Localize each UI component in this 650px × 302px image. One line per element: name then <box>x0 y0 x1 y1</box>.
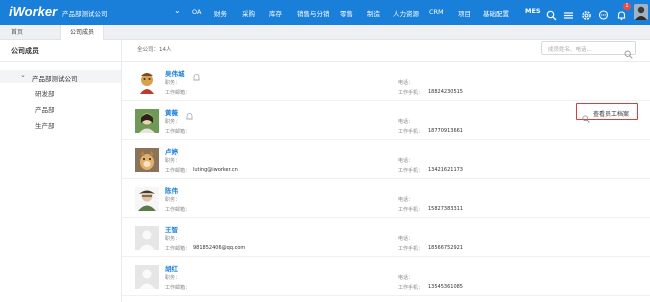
search-icon <box>582 108 590 123</box>
org-tree-root-label: 产品部测试公司 <box>32 75 78 83</box>
member-name[interactable]: 黄薇 <box>165 107 178 117</box>
nav-item-purchasing[interactable]: 采购 <box>242 8 255 18</box>
view-employee-archive-button[interactable]: 查看员工档案 <box>576 103 638 123</box>
member-avatar <box>135 148 159 172</box>
tab-home[interactable]: 首页 <box>0 25 34 40</box>
nav-item-oa[interactable]: OA <box>192 8 201 16</box>
top-navigation-bar: iWorker 产品部测试公司 ⌄ OA 财务 采购 库存 销售与分销 零售 制… <box>0 0 650 25</box>
org-tree-item-rnd[interactable]: 研发部 <box>35 88 55 98</box>
member-row[interactable]: 陈伟 职务： 电话： 工作邮箱： 工作手机： 15827383311 <box>122 179 650 218</box>
menu-icon[interactable] <box>563 6 574 19</box>
position-label: 职务： <box>165 275 181 281</box>
chevron-down-icon[interactable]: ⌄ <box>20 71 26 79</box>
member-row[interactable]: 王智 职务： 电话： 工作邮箱： 981852406@qq.com 工作手机： … <box>122 218 650 257</box>
work-mobile-label: 工作手机： <box>398 168 424 174</box>
work-mobile-label: 工作手机： <box>398 207 424 213</box>
work-email-value: luting@iworker.cn <box>193 167 238 173</box>
position-label: 职务： <box>165 80 181 86</box>
work-email-label: 工作邮箱： <box>165 207 191 213</box>
tab-company-members[interactable]: 公司成员 <box>60 25 104 40</box>
work-mobile-value: 18770913661 <box>428 128 463 134</box>
sidebar-divider <box>0 61 121 62</box>
bell-icon[interactable] <box>185 106 194 120</box>
member-row[interactable]: 胡红 职务： 电话： 工作邮箱： 工作手机： 13545361085 <box>122 257 650 296</box>
member-list-panel: 全公司：14人 成员姓名、电话... 吴伟城 职务： 电话： 工作邮箱： 工作手… <box>122 40 650 302</box>
work-mobile-value: 18824230515 <box>428 89 463 95</box>
page-tab-bar: 首页 公司成员 <box>0 25 650 40</box>
member-row[interactable]: 卢婷 职务： 电话： 工作邮箱： luting@iworker.cn 工作手机：… <box>122 140 650 179</box>
nav-item-retail[interactable]: 零售 <box>340 8 353 18</box>
member-name[interactable]: 王智 <box>165 224 178 234</box>
nav-item-base-config[interactable]: 基础配置 <box>483 8 509 18</box>
member-row[interactable]: 吴伟城 职务： 电话： 工作邮箱： 工作手机： 18824230515 <box>122 62 650 101</box>
nav-item-mes[interactable]: MES <box>525 7 541 15</box>
work-email-label: 工作邮箱： <box>165 246 191 252</box>
search-icon[interactable] <box>624 44 633 59</box>
org-tree-item-production[interactable]: 生产部 <box>35 120 55 130</box>
notification-badge: 1 <box>623 3 631 10</box>
view-employee-archive-label: 查看员工档案 <box>593 111 630 118</box>
work-mobile-label: 工作手机： <box>398 285 424 291</box>
work-mobile-label: 工作手机： <box>398 90 424 96</box>
work-mobile-label: 工作手机： <box>398 129 424 135</box>
nav-item-sales[interactable]: 销售与分销 <box>297 8 330 18</box>
member-avatar <box>135 265 159 289</box>
position-label: 职务： <box>165 236 181 242</box>
phone-label: 电话： <box>398 275 414 281</box>
nav-item-finance[interactable]: 财务 <box>214 8 227 18</box>
gear-icon[interactable] <box>581 6 592 20</box>
phone-label: 电话： <box>398 236 414 242</box>
search-icon[interactable] <box>546 6 557 21</box>
work-mobile-value: 13421621173 <box>428 167 463 173</box>
nav-item-inventory[interactable]: 库存 <box>269 8 282 18</box>
work-mobile-value: 18566752921 <box>428 245 463 251</box>
phone-label: 电话： <box>398 80 414 86</box>
member-name[interactable]: 胡红 <box>165 263 178 273</box>
position-label: 职务： <box>165 158 181 164</box>
position-label: 职务： <box>165 119 181 125</box>
user-avatar[interactable] <box>634 4 648 20</box>
phone-label: 电话： <box>398 158 414 164</box>
work-email-label: 工作邮箱： <box>165 129 191 135</box>
org-tree-item-product[interactable]: 产品部 <box>35 104 55 114</box>
work-email-label: 工作邮箱： <box>165 285 191 291</box>
nav-item-hr[interactable]: 人力资源 <box>393 8 419 18</box>
work-mobile-value: 13545361085 <box>428 284 463 290</box>
phone-label: 电话： <box>398 119 414 125</box>
company-name: 产品部测试公司 <box>62 10 108 18</box>
member-row[interactable]: 黄薇 职务： 电话： 工作邮箱： 工作手机： 18770913661 <box>122 101 650 140</box>
search-placeholder: 成员姓名、电话... <box>548 47 592 53</box>
nav-expand-chevron-icon[interactable]: ⌄ <box>174 6 181 15</box>
org-tree-root[interactable]: ⌄ 产品部测试公司 <box>0 70 121 83</box>
member-name[interactable]: 吴伟城 <box>165 68 185 78</box>
member-search-input[interactable]: 成员姓名、电话... <box>541 41 636 59</box>
org-sidebar: 公司成员 ⌄ 产品部测试公司 研发部 产品部 生产部 <box>0 40 122 302</box>
app-logo[interactable]: iWorker <box>9 4 57 19</box>
work-email-label: 工作邮箱： <box>165 90 191 96</box>
member-avatar <box>135 226 159 250</box>
bell-icon[interactable] <box>192 67 201 81</box>
nav-item-manufacturing[interactable]: 制造 <box>367 8 380 18</box>
member-avatar <box>135 109 159 133</box>
sidebar-title: 公司成员 <box>11 47 39 55</box>
work-email-label: 工作邮箱： <box>165 168 191 174</box>
work-mobile-label: 工作手机： <box>398 246 424 252</box>
position-label: 职务： <box>165 197 181 203</box>
member-count: 全公司：14人 <box>137 47 172 53</box>
member-name[interactable]: 卢婷 <box>165 146 178 156</box>
chat-icon[interactable] <box>598 6 609 20</box>
work-email-value: 981852406@qq.com <box>193 245 246 251</box>
work-mobile-value: 15827383311 <box>428 206 463 212</box>
member-avatar <box>135 70 159 94</box>
member-name[interactable]: 陈伟 <box>165 185 178 195</box>
nav-item-crm[interactable]: CRM <box>429 8 444 16</box>
nav-item-project[interactable]: 项目 <box>458 8 471 18</box>
phone-label: 电话： <box>398 197 414 203</box>
member-avatar <box>135 187 159 211</box>
